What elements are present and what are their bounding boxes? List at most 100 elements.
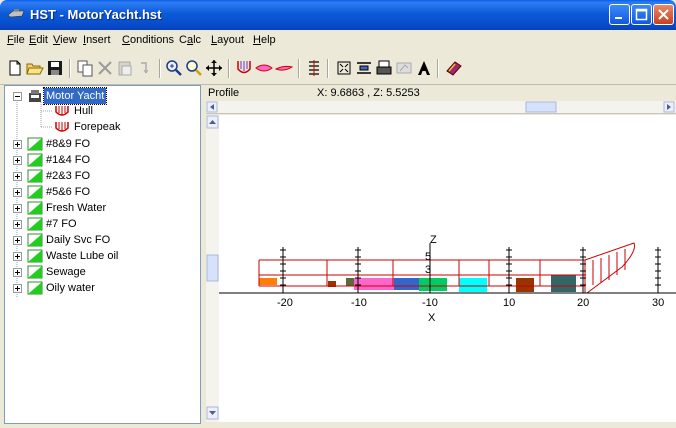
window-title: HST - MotorYacht.hst [30,7,162,22]
menu-calc[interactable]: Calc [179,34,201,46]
copy-button[interactable] [76,59,94,77]
vertical-scrollbar[interactable] [206,115,219,422]
tank-icon [27,153,43,167]
vscroll-graphics [206,115,219,420]
view-title: Profile [208,87,240,99]
book-icon [446,61,462,76]
open-button[interactable] [26,59,44,77]
tree-item-hull[interactable]: Hull [5,103,200,119]
waterline-button[interactable] [275,59,293,77]
expand-toggle[interactable] [13,204,22,213]
tree-item-tank[interactable]: #8&9 FO [5,136,200,152]
expand-toggle[interactable] [13,172,22,181]
xtick-label: -10 [351,297,367,309]
horizontal-scrollbar[interactable] [206,101,676,114]
expand-toggle[interactable] [13,268,22,277]
tank-block-blue [394,278,419,290]
properties-icon [357,62,371,74]
app-icon [7,9,25,18]
close-button[interactable] [653,4,674,25]
menu-insert[interactable]: Insert [83,34,111,46]
print-button[interactable] [375,59,393,77]
menu-conditions[interactable]: Conditions [122,34,174,46]
tank-icon [27,217,43,231]
tree-item-tank[interactable]: Daily Svc FO [5,232,200,248]
print-icon [376,60,392,75]
tank-icon [309,60,319,76]
hull-icon [237,61,251,74]
ytick-label: 3 [425,264,431,276]
menu-edit[interactable]: Edit [29,34,48,46]
expand-toggle[interactable] [13,252,22,261]
profile-canvas[interactable]: Z 5 3 -20 -10 -10 10 20 30 X [219,115,676,422]
tree-item-tank[interactable]: #5&6 FO [5,184,200,200]
tank-block-darkbrown [516,278,534,292]
tree-item-tank[interactable]: Fresh Water [5,200,200,216]
minimize-button[interactable] [609,4,630,25]
zoom-in-button[interactable] [165,59,183,77]
help-book-button[interactable] [445,59,463,77]
menu-help[interactable]: Help [253,34,276,46]
tank-icon [27,137,43,151]
collapse-toggle[interactable] [13,92,22,101]
tree-label-forepeak: Forepeak [74,121,121,133]
hull-icon [55,122,69,132]
expand-toggle[interactable] [13,188,22,197]
tree-label-tank: Waste Lube oil [46,250,119,262]
expand-toggle[interactable] [13,156,22,165]
title-bar[interactable]: HST - MotorYacht.hst [0,0,676,30]
delete-button[interactable] [96,59,114,77]
toolbar-separator [437,59,439,78]
menu-file[interactable]: File [7,34,25,46]
new-file-icon [9,60,21,76]
tank-block-cyan [459,278,487,292]
tank-block-green [419,278,447,291]
expand-toggle[interactable] [13,236,22,245]
expand-toggle[interactable] [13,140,22,149]
tree-item-tank[interactable]: Waste Lube oil [5,248,200,264]
paste-button[interactable] [116,59,134,77]
toolbar-separator [159,59,161,78]
undo-button[interactable] [136,59,154,77]
properties-button[interactable] [355,59,373,77]
section-button[interactable] [255,59,273,77]
tree-label-tank: Oily water [46,282,95,294]
expand-toggle[interactable] [13,284,22,293]
splitter[interactable] [201,85,205,424]
tank-button[interactable] [305,59,323,77]
pan-icon [206,60,222,76]
tank-icon [27,185,43,199]
toolbar-separator [298,59,300,78]
toolbar [0,51,676,85]
project-tree[interactable]: Motor Yacht Hull Forepeak #8&9 FO #1&4 F… [4,85,201,424]
menu-layout[interactable]: Layout [211,34,244,46]
tree-item-tank[interactable]: Sewage [5,264,200,280]
minimize-icon [615,17,622,19]
menu-view[interactable]: View [53,34,77,46]
close-icon [658,9,669,20]
tree-item-forepeak[interactable]: Forepeak [5,119,200,135]
tree-label-tank: Fresh Water [46,202,107,214]
tank-icon [27,281,43,295]
tree-item-root[interactable]: Motor Yacht [5,87,200,105]
tree-label-tank: #1&4 FO [46,154,91,166]
tree-item-tank[interactable]: Oily water [5,280,200,296]
expand-toggle[interactable] [13,220,22,229]
tree-item-tank[interactable]: #7 FO [5,216,200,232]
fit-button[interactable] [335,59,353,77]
pan-button[interactable] [205,59,223,77]
maximize-button[interactable] [631,4,652,25]
text-button[interactable] [415,59,433,77]
hscroll-thumb [525,101,557,113]
zoom-button[interactable] [185,59,203,77]
save-icon [48,61,62,75]
tree-item-tank[interactable]: #1&4 FO [5,152,200,168]
tank-icon [27,265,43,279]
save-button[interactable] [46,59,64,77]
tree-item-tank[interactable]: #2&3 FO [5,168,200,184]
hull-button[interactable] [235,59,253,77]
new-file-button[interactable] [6,59,24,77]
tank-icon [27,169,43,183]
report-button[interactable] [395,59,413,77]
tank-icon [27,201,43,215]
